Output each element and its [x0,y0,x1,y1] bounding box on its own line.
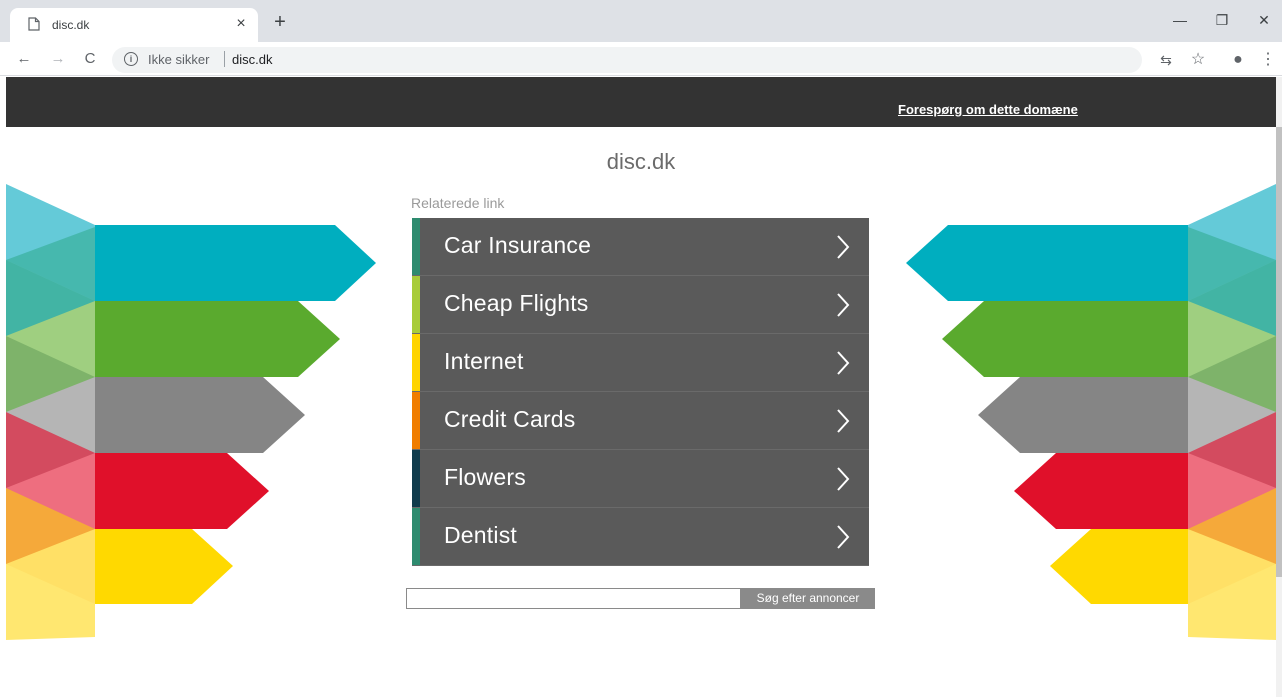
inquire-domain-link[interactable]: Forespørg om dette domæne [898,102,1078,117]
not-secure-label[interactable]: Ikke sikker [148,52,209,67]
top-bar: Forespørg om dette domæne [6,77,1276,127]
ad-search-input[interactable] [406,588,741,609]
url-separator [224,51,225,67]
forward-icon[interactable]: → [48,49,68,69]
related-link[interactable]: Internet [412,334,869,392]
link-accent-bar [412,334,420,391]
related-link[interactable]: Credit Cards [412,392,869,450]
related-link[interactable]: Flowers [412,450,869,508]
related-link[interactable]: Dentist [412,508,869,566]
related-link-label: Credit Cards [444,406,576,432]
page-content: Forespørg om dette domæne disc.dk Relate… [0,77,1282,697]
minimize-icon[interactable]: — [1168,10,1192,30]
window-close-icon[interactable]: ✕ [1252,10,1276,30]
browser-tab[interactable]: disc.dk × [10,8,258,42]
chevron-right-icon [837,351,850,375]
link-accent-bar [412,508,420,565]
chevron-right-icon [837,293,850,317]
back-icon[interactable]: ← [14,49,34,69]
new-tab-icon[interactable]: + [270,12,290,32]
related-link-label: Internet [444,348,524,374]
related-link-label: Dentist [444,522,517,548]
menu-icon[interactable]: ⋮ [1258,50,1278,70]
scrollbar-thumb[interactable] [1276,127,1282,577]
restore-icon[interactable]: ❐ [1210,10,1234,30]
related-links-list: Car Insurance Cheap Flights Internet Credit… [412,218,869,566]
related-link[interactable]: Cheap Flights [412,276,869,334]
related-link[interactable]: Car Insurance [412,218,869,276]
related-links-label: Relaterede link [411,195,505,211]
link-accent-bar [412,450,420,507]
scrollbar[interactable] [1276,77,1282,697]
related-link-label: Flowers [444,464,526,490]
link-accent-bar [412,218,420,275]
account-icon[interactable]: ● [1228,50,1248,70]
tab-title: disc.dk [52,18,90,32]
chevron-right-icon [837,409,850,433]
chevron-right-icon [837,235,850,259]
page-icon [28,17,40,31]
browser-toolbar: ← → C i Ikke sikker disc.dk ⇆ ☆ ● ⋮ [0,42,1282,76]
reload-icon[interactable]: C [80,49,100,69]
address-bar[interactable]: i Ikke sikker disc.dk [112,47,1142,73]
related-link-label: Car Insurance [444,232,592,258]
tab-close-icon[interactable]: × [232,15,250,33]
site-title: disc.dk [606,149,676,174]
star-icon[interactable]: ☆ [1188,50,1208,70]
chevron-right-icon [837,467,850,491]
chevron-right-icon [837,525,850,549]
translate-icon[interactable]: ⇆ [1156,50,1176,70]
link-accent-bar [412,276,420,333]
related-link-label: Cheap Flights [444,290,589,316]
info-icon[interactable]: i [124,52,138,66]
url-text[interactable]: disc.dk [232,52,272,67]
ad-search-button[interactable]: Søg efter annoncer [741,588,875,609]
link-accent-bar [412,392,420,449]
ad-search-form: Søg efter annoncer [406,588,875,609]
browser-tab-strip: disc.dk × + — ❐ ✕ [0,0,1282,42]
